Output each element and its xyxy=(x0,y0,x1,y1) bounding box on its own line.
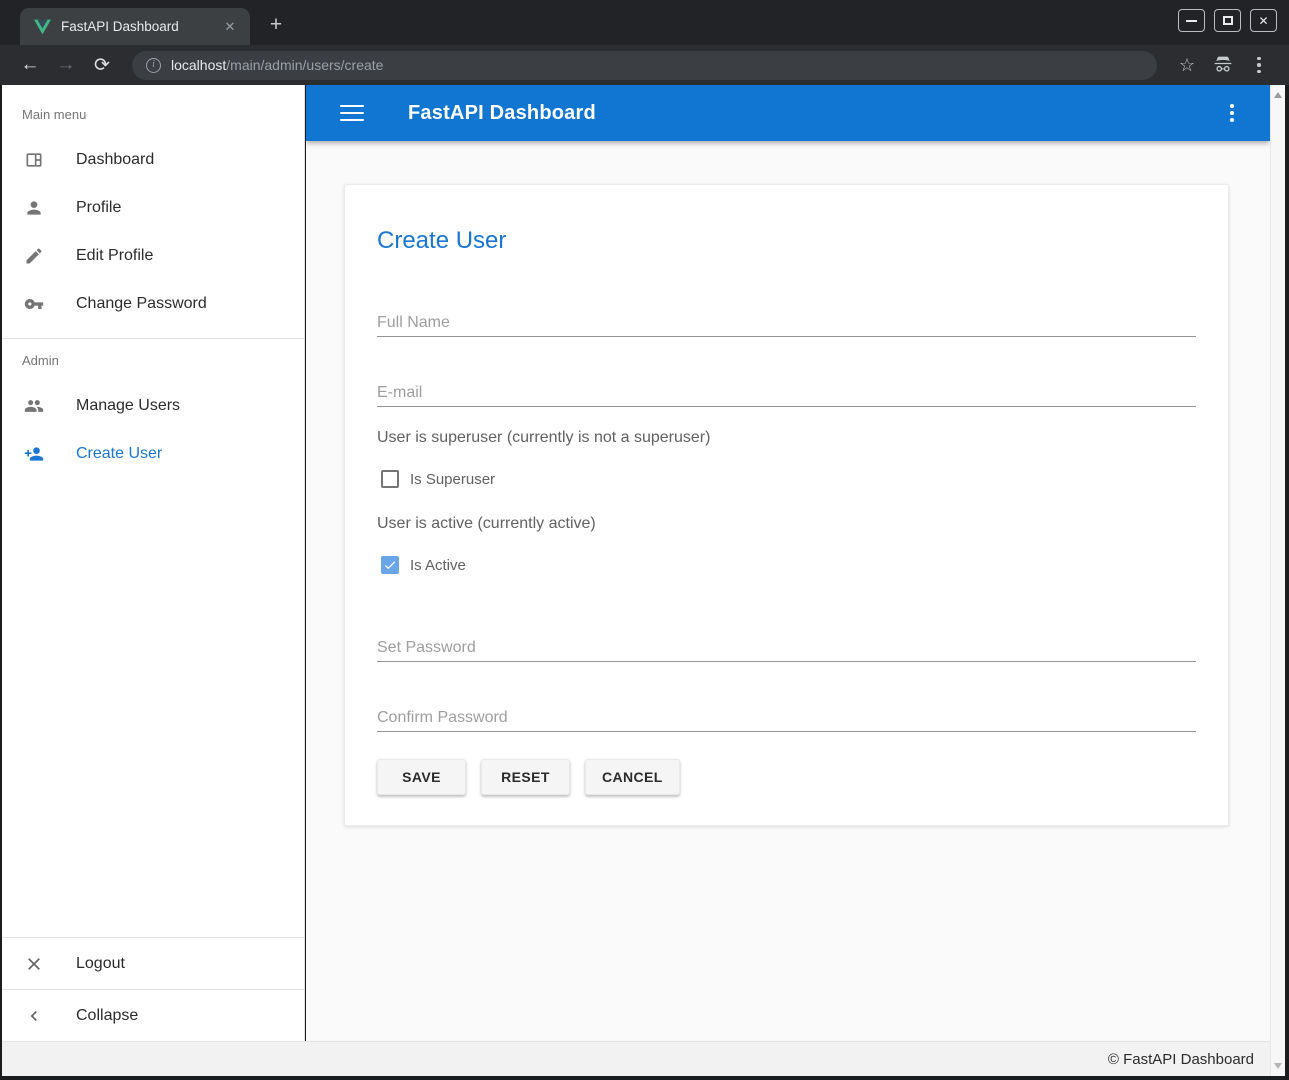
forward-icon[interactable]: → xyxy=(52,51,80,79)
vertical-scrollbar[interactable] xyxy=(1270,85,1285,1076)
browser-titlebar: FastAPI Dashboard ✕ + ✕ xyxy=(0,0,1289,45)
sidebar-item-label: Logout xyxy=(76,955,125,973)
sidebar-bottom: Logout Collapse xyxy=(2,937,304,1041)
browser-tab[interactable]: FastAPI Dashboard ✕ xyxy=(20,8,250,45)
save-button[interactable]: SAVE xyxy=(377,759,466,795)
people-icon xyxy=(24,396,44,416)
full-name-field xyxy=(377,309,1196,337)
chevron-left-icon xyxy=(24,1006,44,1026)
is-active-checkbox-row[interactable]: Is Active xyxy=(377,553,1196,577)
checkbox-checked-icon[interactable] xyxy=(381,556,399,574)
app-menu-icon[interactable] xyxy=(1218,99,1246,127)
page-footer: © FastAPI Dashboard xyxy=(2,1041,1270,1076)
dashboard-icon xyxy=(24,150,44,170)
page-title: Create User xyxy=(377,227,1196,255)
url-path: /main/admin/users/create xyxy=(226,57,383,73)
url-text: localhost/main/admin/users/create xyxy=(171,57,383,73)
scroll-down-arrow-icon[interactable] xyxy=(1274,1063,1282,1069)
browser-toolbar: ← → ⟳ i localhost/main/admin/users/creat… xyxy=(0,45,1289,85)
cancel-button[interactable]: CANCEL xyxy=(585,759,680,795)
email-input[interactable] xyxy=(377,379,1196,407)
copyright-text: © FastAPI Dashboard xyxy=(1108,1051,1254,1068)
window-controls: ✕ xyxy=(1178,9,1277,32)
vue-logo-icon xyxy=(34,19,51,35)
set-password-input[interactable] xyxy=(377,634,1196,662)
browser-menu-icon[interactable] xyxy=(1245,51,1273,79)
checkbox-label: Is Superuser xyxy=(410,471,495,488)
checkbox-unchecked-icon[interactable] xyxy=(381,470,399,488)
confirm-password-field xyxy=(377,704,1196,732)
new-tab-button[interactable]: + xyxy=(262,12,290,40)
page-content: Create User User is superuser (currently… xyxy=(306,141,1270,1041)
close-x-icon xyxy=(24,954,44,974)
window-minimize-button[interactable] xyxy=(1178,9,1205,32)
sidebar-item-label: Change Password xyxy=(76,295,207,313)
sidebar-item-logout[interactable]: Logout xyxy=(2,937,304,989)
person-add-icon xyxy=(24,444,44,464)
active-hint: User is active (currently active) xyxy=(377,515,1196,533)
form-actions: SAVE RESET CANCEL xyxy=(377,759,1196,795)
email-field xyxy=(377,379,1196,407)
main-menu-section-label: Main menu xyxy=(2,85,304,136)
sidebar-item-label: Edit Profile xyxy=(76,247,153,265)
tab-close-icon[interactable]: ✕ xyxy=(220,17,240,37)
edit-pencil-icon xyxy=(24,246,44,266)
sidebar-item-dashboard[interactable]: Dashboard xyxy=(2,136,304,184)
sidebar-item-manage-users[interactable]: Manage Users xyxy=(2,382,304,430)
reload-icon[interactable]: ⟳ xyxy=(88,51,116,79)
sidebar-item-profile[interactable]: Profile xyxy=(2,184,304,232)
person-icon xyxy=(24,198,44,218)
scroll-up-arrow-icon[interactable] xyxy=(1274,92,1282,98)
sidebar-item-label: Dashboard xyxy=(76,151,154,169)
url-host: localhost xyxy=(171,57,226,73)
browser-window: FastAPI Dashboard ✕ + ✕ ← → ⟳ i localhos… xyxy=(0,0,1289,1080)
incognito-icon xyxy=(1209,51,1237,79)
checkbox-label: Is Active xyxy=(410,557,466,574)
sidebar-item-edit-profile[interactable]: Edit Profile xyxy=(2,232,304,280)
back-icon[interactable]: ← xyxy=(16,51,44,79)
sidebar-item-label: Manage Users xyxy=(76,397,180,415)
sidebar-item-label: Create User xyxy=(76,445,162,463)
maximize-icon xyxy=(1223,16,1233,25)
confirm-password-input[interactable] xyxy=(377,704,1196,732)
sidebar-item-change-password[interactable]: Change Password xyxy=(2,280,304,328)
reset-button[interactable]: RESET xyxy=(481,759,570,795)
app-title: FastAPI Dashboard xyxy=(408,102,596,125)
bookmark-star-icon[interactable]: ☆ xyxy=(1173,51,1201,79)
sidebar-item-create-user[interactable]: Create User xyxy=(2,430,304,478)
key-icon xyxy=(24,294,44,314)
set-password-field xyxy=(377,634,1196,662)
create-user-card: Create User User is superuser (currently… xyxy=(344,184,1229,826)
is-superuser-checkbox-row[interactable]: Is Superuser xyxy=(377,467,1196,491)
sidebar-item-label: Collapse xyxy=(76,1007,138,1025)
app-bar: FastAPI Dashboard xyxy=(306,85,1270,141)
sidebar-item-collapse[interactable]: Collapse xyxy=(2,989,304,1041)
full-name-input[interactable] xyxy=(377,309,1196,337)
sidebar-item-label: Profile xyxy=(76,199,121,217)
hamburger-menu-icon[interactable] xyxy=(340,105,364,121)
window-maximize-button[interactable] xyxy=(1214,9,1241,32)
site-info-icon[interactable]: i xyxy=(146,58,161,73)
url-bar[interactable]: i localhost/main/admin/users/create xyxy=(132,51,1157,80)
sidebar: Main menu Dashboard Profile Edit Profile… xyxy=(2,85,305,1041)
window-close-button[interactable]: ✕ xyxy=(1250,9,1277,32)
main-area: FastAPI Dashboard Create User User is su… xyxy=(306,85,1270,1041)
minimize-icon xyxy=(1186,20,1197,22)
superuser-hint: User is superuser (currently is not a su… xyxy=(377,429,1196,447)
tab-title: FastAPI Dashboard xyxy=(61,19,220,34)
admin-section-label: Admin xyxy=(2,339,304,382)
